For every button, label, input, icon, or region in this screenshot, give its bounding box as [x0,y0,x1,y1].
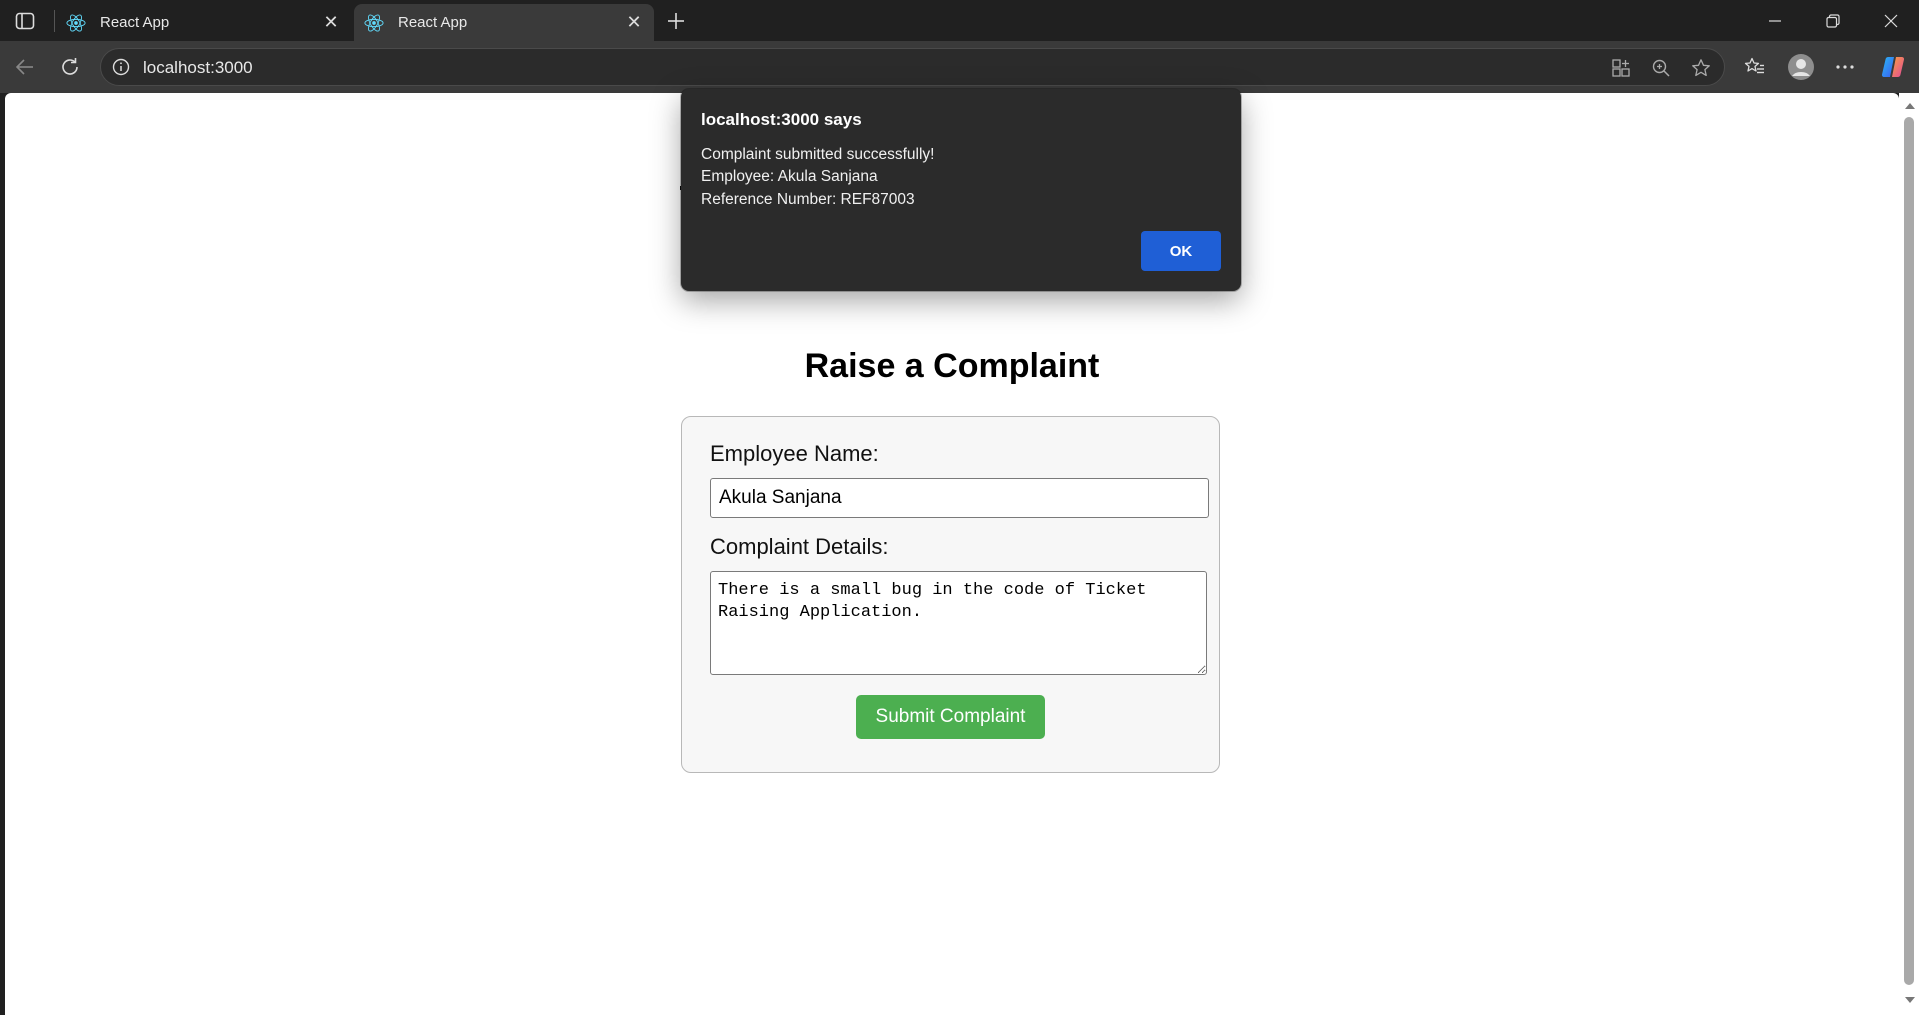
tab-react-app-1[interactable]: React App ✕ [56,4,351,41]
favorites-icon[interactable] [1740,52,1770,82]
react-logo-icon [364,13,384,33]
more-icon[interactable] [1830,52,1860,82]
apps-icon[interactable] [1609,56,1633,80]
employee-name-label: Employee Name: [710,441,879,466]
close-icon[interactable]: ✕ [319,11,343,35]
tab-title: React App [100,14,170,31]
scroll-down-arrow-icon[interactable] [1905,997,1915,1003]
react-logo-icon [66,13,86,33]
employee-name-input[interactable] [710,478,1209,518]
url-text[interactable]: localhost:3000 [143,58,253,78]
tab-title: React App [398,14,468,31]
address-bar[interactable]: localhost:3000 [100,48,1725,86]
window-close-icon[interactable] [1863,0,1919,41]
reload-icon[interactable] [55,52,85,82]
zoom-icon[interactable] [1649,56,1673,80]
profile-icon[interactable] [1785,51,1817,83]
info-icon[interactable] [111,57,131,77]
page-scrollbar[interactable] [1899,93,1919,1015]
submit-complaint-button[interactable]: Submit Complaint [856,695,1045,739]
scrollbar-thumb[interactable] [1904,117,1914,985]
tab-strip: React App ✕ React App ✕ [0,0,1919,41]
tab-react-app-2[interactable]: React App ✕ [354,4,654,41]
complaint-form: Employee Name: Complaint Details: There … [681,416,1220,773]
plus-icon[interactable] [662,8,690,34]
close-icon[interactable]: ✕ [622,11,646,35]
complaint-details-textarea[interactable]: There is a small bug in the code of Tick… [710,571,1207,675]
ok-button[interactable]: OK [1141,231,1221,271]
restore-icon[interactable] [1805,0,1861,41]
complaint-details-label: Complaint Details: [710,534,889,559]
copilot-icon[interactable] [1878,52,1908,82]
page-title: Raise a Complaint [804,347,1100,385]
sidebar-toggle-icon[interactable] [10,8,40,34]
alert-title: localhost:3000 says [701,110,862,129]
alert-message-line: Complaint submitted successfully! [701,146,935,163]
tab-separator [54,10,55,32]
back-arrow-icon[interactable] [10,52,40,82]
toolbar: localhost:3000 [0,41,1919,93]
alert-message-line: Employee: Akula Sanjana [701,168,878,185]
alert-dialog: localhost:3000 says Complaint submitted … [681,89,1241,291]
scroll-up-arrow-icon[interactable] [1905,103,1915,109]
star-icon[interactable] [1689,56,1713,80]
alert-message-line: Reference Number: REF87003 [701,191,915,208]
minimize-icon[interactable] [1747,0,1803,41]
